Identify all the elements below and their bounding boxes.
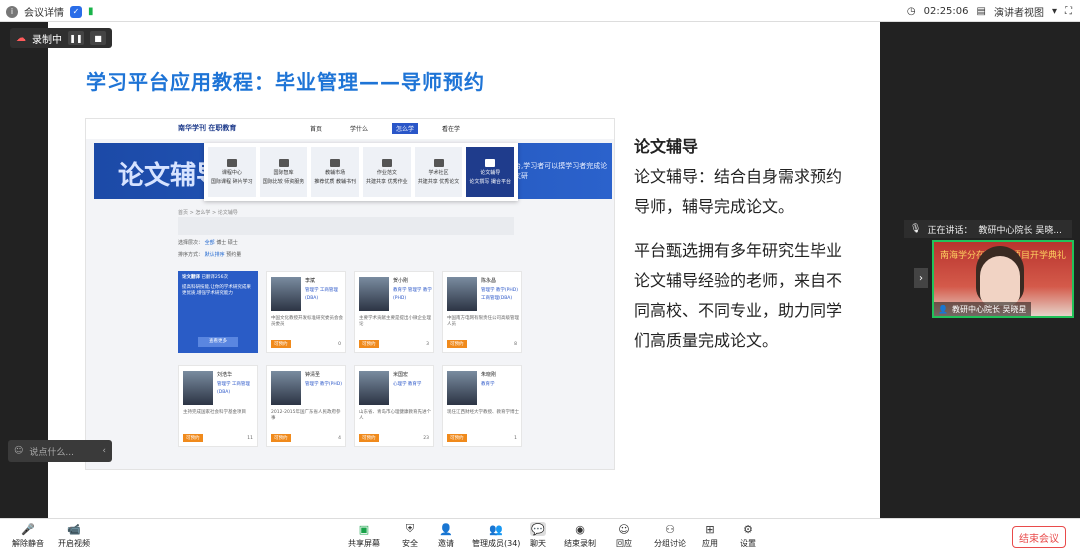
breakout-icon: ⚇ [665, 522, 675, 536]
meeting-timer: 02:25:06 [923, 6, 969, 17]
active-speaker-bar: 🎙 正在讲话： 教研中心院长 吴晓... [904, 220, 1072, 238]
chat-input[interactable]: 说点什么... [29, 445, 74, 458]
speaker-name: 教研中心院长 吴晓... [978, 225, 1062, 236]
top-bar: i 会议详情 ✓ ▮ ◷ 02:25:06 ▤ 演讲者视图 ▾ ⛶ [0, 0, 1080, 22]
invite-button[interactable]: 👤 邀请 [438, 522, 454, 549]
participant-video[interactable]: 南海学分在职学位项目开学典礼 👤 教研中心院长 吴晓星 [932, 240, 1074, 318]
chat-icon: 💬 [530, 522, 546, 536]
gear-icon: ⚙ [743, 522, 753, 536]
site-nav: 南华学刊 在职教育 首页 学什么 怎么学 看在学 [86, 119, 614, 139]
user-icon: 👤 [938, 304, 948, 314]
cloud-record-icon: ☁ [16, 32, 26, 44]
nav-item-what: 学什么 [350, 126, 369, 133]
apps-icon: ⊞ [705, 522, 715, 536]
slide-body: 论文辅导 论文辅导：结合自身需求预约导师，辅导完成论文。 平台甄选拥有多年研究生… [634, 132, 854, 370]
meeting-toolbar: 🎤 解除静音 📹 开启视频 ▣ 共享屏幕 ⛨ 安全 👤 邀请 👥 管理成员(34) 💬 聊天 … [0, 518, 1080, 554]
mute-button[interactable]: 🎤 解除静音 [12, 522, 44, 549]
dropdown-item: 学术社区 共建共享 优秀论文 [414, 147, 463, 197]
view-mode-selector[interactable]: 演讲者视图 [994, 4, 1044, 19]
breakout-button[interactable]: ⚇ 分组讨论 [654, 522, 686, 549]
stop-recording-button[interactable]: ■ [90, 31, 106, 45]
tutor-grid: 论文翻译 已翻译256次 提高科研技能,让你的学术研究成果更优质,增强学术研究能… [178, 271, 524, 469]
signal-icon: ▮ [88, 6, 94, 17]
end-record-button[interactable]: ◉ 结束录制 [564, 522, 596, 549]
invite-icon: 👤 [439, 522, 453, 536]
expand-video-button[interactable]: › [914, 268, 928, 288]
chevron-down-icon[interactable]: ▾ [1052, 6, 1057, 17]
end-meeting-button[interactable]: 结束会议 [1012, 526, 1066, 548]
clock-icon: ◷ [906, 6, 916, 17]
camera-off-icon: 📹 [67, 522, 81, 536]
speaking-label: 正在讲话： [927, 225, 973, 236]
apps-button[interactable]: ⊞ 应用 [702, 522, 718, 549]
reaction-button[interactable]: ☺ 回应 [616, 522, 632, 549]
recording-label: 录制中 [32, 34, 62, 46]
dropdown-item: 作业范文 共建共享 优秀作业 [363, 147, 411, 197]
tutor-card: 朱晓刚 教育学 现任江西财经大学教授、教育学博士 可预约 1 [442, 365, 522, 447]
shield-icon[interactable]: ✓ [70, 5, 82, 18]
dropdown-item: 教辅市场 推荐优质 教辅书刊 [311, 147, 360, 197]
pause-recording-button[interactable]: ❚❚ [68, 31, 84, 45]
intro-card: 论文翻译 已翻译256次 提高科研技能,让你的学术研究成果更优质,增强学术研究能… [178, 271, 258, 353]
tutor-card: 钟清圣 管理学 教学(PHD) 2012-2015年国广东省人民政府参事 可预约 4 [266, 365, 346, 447]
category-bar [178, 217, 514, 235]
slide-heading: 论文辅导 [634, 137, 699, 156]
participant-face [980, 256, 1020, 306]
filter-area: 选择层次： 全部 博士 硕士 排序方式： 默认排序 预约量 [178, 240, 242, 258]
tutor-card: 刘浩华 管理学 工商管理(DBA) 主持完成国家社会科学基金项目 可预约 11 [178, 365, 258, 447]
mic-muted-icon: 🎤 [21, 522, 35, 536]
chevron-left-icon[interactable]: ‹ [102, 446, 106, 456]
tutor-card: 贺小刚 教育学 管理学 教学(PHD) 主要学术贡献主要是提出小微企业理论 可预约 3 [354, 271, 434, 353]
tutor-card: 陈永昌 管理学 教学(PHD) 工商管理(DBA) 中国南方电网有限责任公司高级管理… [442, 271, 522, 353]
slide-paragraph-2: 平台甄选拥有多年研究生毕业论文辅导经验的老师，来自不同高校、不同专业，助力同学们… [634, 241, 843, 350]
settings-button[interactable]: ⚙ 设置 [740, 522, 756, 549]
members-button[interactable]: 👥 管理成员(34) [472, 522, 520, 549]
platform-screenshot: 南华学刊 在职教育 首页 学什么 怎么学 看在学 论文辅导 台,学习者可以摸学习… [85, 118, 615, 470]
reaction-icon: ☺ [618, 522, 630, 536]
record-icon: ◉ [575, 522, 585, 536]
dropdown-item: 课程中心 国际课程 碎片学习 [208, 147, 256, 197]
chat-quick-input[interactable]: ☺ 说点什么... ‹ [8, 440, 112, 462]
video-button[interactable]: 📹 开启视频 [58, 522, 90, 549]
security-button[interactable]: ⛨ 安全 [402, 522, 418, 549]
video-label: 👤 教研中心院长 吴晓星 [934, 302, 1031, 316]
shield-icon: ⛨ [405, 522, 415, 535]
share-screen-icon: ▣ [358, 522, 370, 536]
members-icon: 👥 [489, 522, 504, 536]
nav-dropdown: 课程中心 国际课程 碎片学习 国际智库 国际比较 师资服务 教辅市场 推荐优质 教辅书… [204, 143, 518, 201]
mic-icon: 🎙 [910, 224, 922, 234]
recording-indicator: ☁ 录制中 ❚❚ ■ [10, 28, 112, 48]
nav-item-how: 怎么学 [392, 123, 419, 134]
fullscreen-icon[interactable]: ⛶ [1065, 6, 1072, 17]
slide-paragraph-1: 论文辅导：结合自身需求预约导师，辅导完成论文。 [634, 167, 843, 216]
nav-item-learning: 看在学 [442, 126, 461, 133]
nav-item-home: 首页 [310, 126, 323, 133]
share-screen-button[interactable]: ▣ 共享屏幕 [348, 522, 380, 549]
dropdown-item: 国际智库 国际比较 师资服务 [259, 147, 308, 197]
dropdown-item-active: 论文辅导 论文撰写 撮合平台 [466, 147, 515, 197]
slide-title: 学习平台应用教程：毕业管理——导师预约 [86, 70, 485, 94]
banner-text: 台,学习者可以摸学习者完成论文研 [514, 162, 608, 180]
emoji-icon[interactable]: ☺ [14, 446, 23, 456]
chat-button[interactable]: 💬 聊天 [530, 522, 546, 549]
view-icon: ▤ [976, 6, 986, 17]
site-logo: 南华学刊 在职教育 [178, 124, 237, 132]
tutor-card: 李斌 管理学 工商管理(DBA) 中国文化教授开发标准研究委员会会员委员 可预约 0 [266, 271, 346, 353]
meeting-details-link[interactable]: 会议详情 [24, 4, 64, 19]
breadcrumb: 首页 > 怎么学 > 论文辅导 [178, 210, 238, 216]
info-icon[interactable]: i [6, 5, 18, 18]
slide: 学习平台应用教程：毕业管理——导师预约 南华学刊 在职教育 首页 学什么 怎么学… [48, 22, 880, 518]
tutor-card: 米国宏 心理学 教育学 山东省、青岛市心理健康教育先进个人 可预约 23 [354, 365, 434, 447]
